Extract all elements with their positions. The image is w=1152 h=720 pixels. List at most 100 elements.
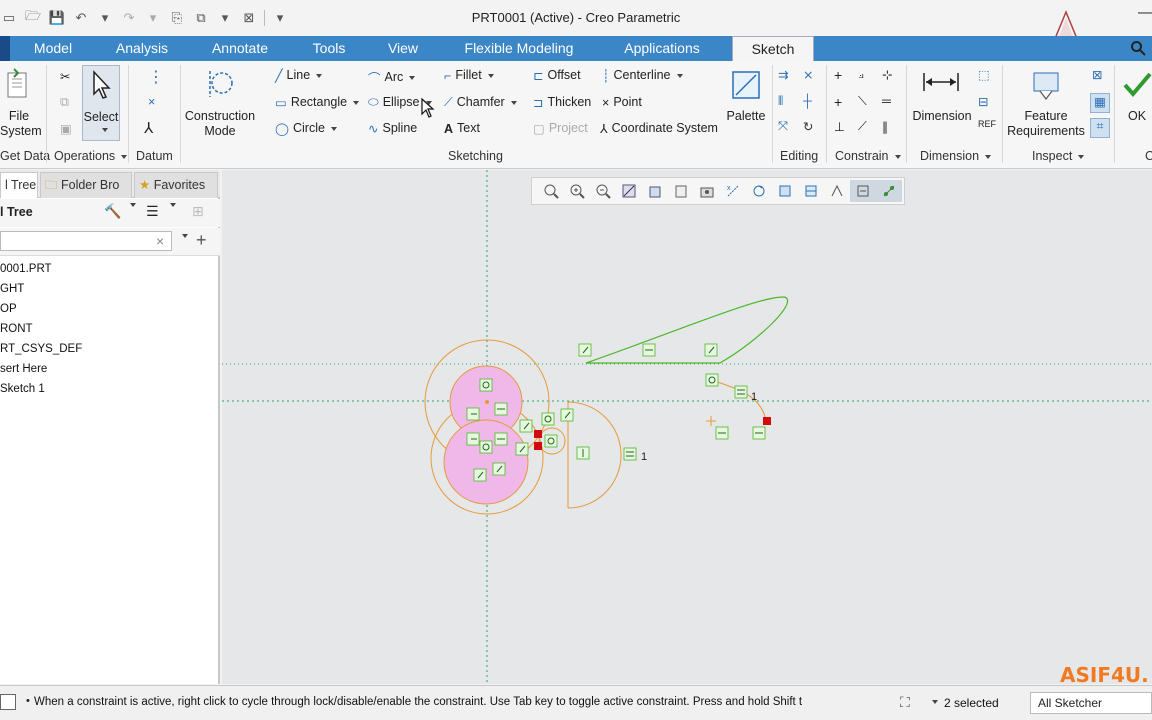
horizontal-constraint-icon[interactable]: + — [834, 94, 842, 110]
midpoint-constraint-icon[interactable]: ⊹ — [882, 67, 892, 82]
tab-favorites[interactable]: ★ Favorites — [134, 172, 218, 198]
disp-constraints-icon[interactable] — [850, 180, 876, 202]
overlapping-geometry-icon[interactable]: ⌗ — [1090, 118, 1110, 138]
add-item-icon[interactable]: + — [196, 230, 207, 251]
tree-item[interactable]: OP — [0, 303, 17, 315]
tab-annotate[interactable]: Annotate — [198, 36, 282, 61]
circle-button[interactable]: ◯ Circle — [275, 121, 337, 136]
cut-icon[interactable]: ✂ — [60, 69, 70, 84]
feature-requirements-button[interactable]: Feature Requirements — [1004, 109, 1088, 139]
coincident-constraint-icon[interactable]: ⟍ — [858, 94, 867, 109]
palette-button[interactable]: Palette — [722, 109, 770, 124]
tangent-constraint-icon[interactable]: ⟓ — [858, 67, 864, 82]
dimension-icon[interactable] — [922, 71, 960, 93]
baseline-dim-icon[interactable]: ⊟ — [978, 94, 988, 109]
zoom-out-icon[interactable] — [590, 180, 616, 202]
tree-item[interactable]: sert Here — [0, 363, 47, 375]
divide-icon[interactable]: ┼ — [803, 94, 812, 108]
perpendicular-constraint-icon[interactable]: ⊥ — [834, 119, 845, 134]
symmetric-constraint-icon[interactable]: ⟋ — [858, 119, 867, 134]
search-icon[interactable] — [1130, 40, 1146, 56]
parallel-constraint-icon[interactable]: ∥ — [882, 119, 888, 134]
thicken-button[interactable]: ⊐ Thicken — [533, 95, 591, 110]
datum-display-icon[interactable]: x — [720, 180, 746, 202]
text-button[interactable]: A Text — [444, 121, 480, 136]
view-manager-icon[interactable] — [694, 180, 720, 202]
message-log-icon[interactable] — [0, 694, 16, 710]
rectangle-button[interactable]: ▭ Rectangle — [275, 95, 360, 110]
ok-button[interactable]: OK — [1122, 109, 1152, 124]
saved-orientations-icon[interactable] — [668, 180, 694, 202]
spline-button[interactable]: ∿ Spline — [368, 121, 417, 136]
group-inspect[interactable]: Inspect — [1032, 149, 1085, 163]
group-dimension[interactable]: Dimension — [920, 149, 992, 163]
mirror-icon[interactable]: ⫴ — [778, 94, 783, 109]
tree-item[interactable]: GHT — [0, 283, 24, 295]
highlight-open-ends-icon[interactable]: ⊠ — [1092, 67, 1102, 82]
tree-filter-icon[interactable]: ☰ — [146, 203, 159, 220]
ok-check-icon[interactable] — [1122, 69, 1152, 99]
paste-icon[interactable]: ▣ — [60, 121, 72, 136]
offset-button[interactable]: ⊏ Offset — [533, 68, 581, 83]
perimeter-dim-icon[interactable]: ⬚ — [978, 67, 990, 82]
tree-item[interactable]: RONT — [0, 323, 33, 335]
clear-search-icon[interactable]: × — [156, 233, 164, 249]
arc-button[interactable]: ⌒ Arc — [368, 68, 416, 87]
find-icon[interactable]: ⛶ — [900, 694, 910, 711]
line-button[interactable]: ╱ Line — [275, 68, 323, 83]
selection-filter-select[interactable]: All Sketcher — [1030, 692, 1152, 714]
select-button[interactable]: Select — [82, 65, 120, 141]
copy-icon[interactable]: ⧉ — [60, 95, 69, 110]
tab-view[interactable]: View — [376, 36, 430, 61]
tab-model[interactable]: Model — [20, 36, 86, 61]
centerline-button[interactable]: ┊ Centerline — [602, 68, 683, 83]
fillet-button[interactable]: ⌐ Fillet — [444, 68, 494, 83]
graphics-window[interactable]: 1 1 — [222, 170, 1152, 684]
tab-sketch[interactable]: Sketch — [732, 36, 814, 61]
datum-csys-icon[interactable]: ⅄ — [144, 119, 153, 137]
sketch-view-icon[interactable] — [798, 180, 824, 202]
datum-centerline-icon[interactable]: ⋮ — [148, 67, 164, 87]
delete-segment-icon[interactable]: ⨯ — [803, 67, 813, 82]
tab-analysis[interactable]: Analysis — [104, 36, 180, 61]
tree-item[interactable]: RT_CSYS_DEF — [0, 343, 82, 355]
chamfer-button[interactable]: ⟋ Chamfer — [444, 95, 517, 110]
datum-point-icon[interactable]: × — [148, 95, 155, 109]
equal-constraint-icon[interactable]: ═ — [882, 94, 891, 108]
tab-model-tree[interactable]: l Tree — [0, 172, 38, 198]
file-menu-tab[interactable] — [0, 36, 10, 61]
tab-flexible-modeling[interactable]: Flexible Modeling — [448, 36, 590, 61]
annotation-display-icon[interactable] — [772, 180, 798, 202]
group-operations[interactable]: Operations — [54, 149, 128, 163]
coordinate-system-button[interactable]: ⅄ Coordinate System — [600, 121, 718, 136]
feature-requirements-icon[interactable] — [1030, 69, 1062, 103]
sketch-canvas[interactable] — [222, 170, 1152, 684]
construction-mode-button[interactable]: Construction Mode — [182, 109, 258, 139]
tab-applications[interactable]: Applications — [608, 36, 716, 61]
construction-mode-icon[interactable] — [204, 67, 236, 101]
reference-dim-icon[interactable]: REF — [978, 119, 996, 129]
rotate-resize-icon[interactable]: ↻ — [803, 119, 813, 134]
palette-icon[interactable] — [730, 69, 762, 101]
group-constrain[interactable]: Constrain — [835, 149, 901, 163]
tab-folder-browser[interactable]: 🗀 Folder Bro — [40, 172, 132, 198]
file-system-button[interactable]: File System — [0, 109, 42, 139]
spin-center-icon[interactable] — [746, 180, 772, 202]
modify-icon[interactable]: ⇉ — [778, 67, 788, 82]
tree-search-input[interactable] — [0, 231, 172, 251]
tree-columns-icon[interactable]: ⊞ — [192, 203, 204, 220]
sketcher-display-icon[interactable] — [824, 180, 850, 202]
tree-item[interactable]: 0001.PRT — [0, 263, 52, 275]
repaint-icon[interactable] — [616, 180, 642, 202]
disp-vertices-icon[interactable] — [876, 180, 902, 202]
tree-settings-icon[interactable]: 🔨 — [104, 203, 121, 220]
refit-icon[interactable] — [538, 180, 564, 202]
point-button[interactable]: × Point — [602, 95, 642, 110]
project-button[interactable]: ▢ Project — [533, 121, 588, 136]
tab-tools[interactable]: Tools — [300, 36, 358, 61]
shade-closed-loops-icon[interactable]: ▦ — [1090, 93, 1110, 113]
dimension-button[interactable]: Dimension — [908, 109, 976, 124]
minimize-icon[interactable]: — — [1138, 5, 1152, 22]
vertical-constraint-icon[interactable]: + — [834, 67, 842, 83]
zoom-in-icon[interactable] — [564, 180, 590, 202]
